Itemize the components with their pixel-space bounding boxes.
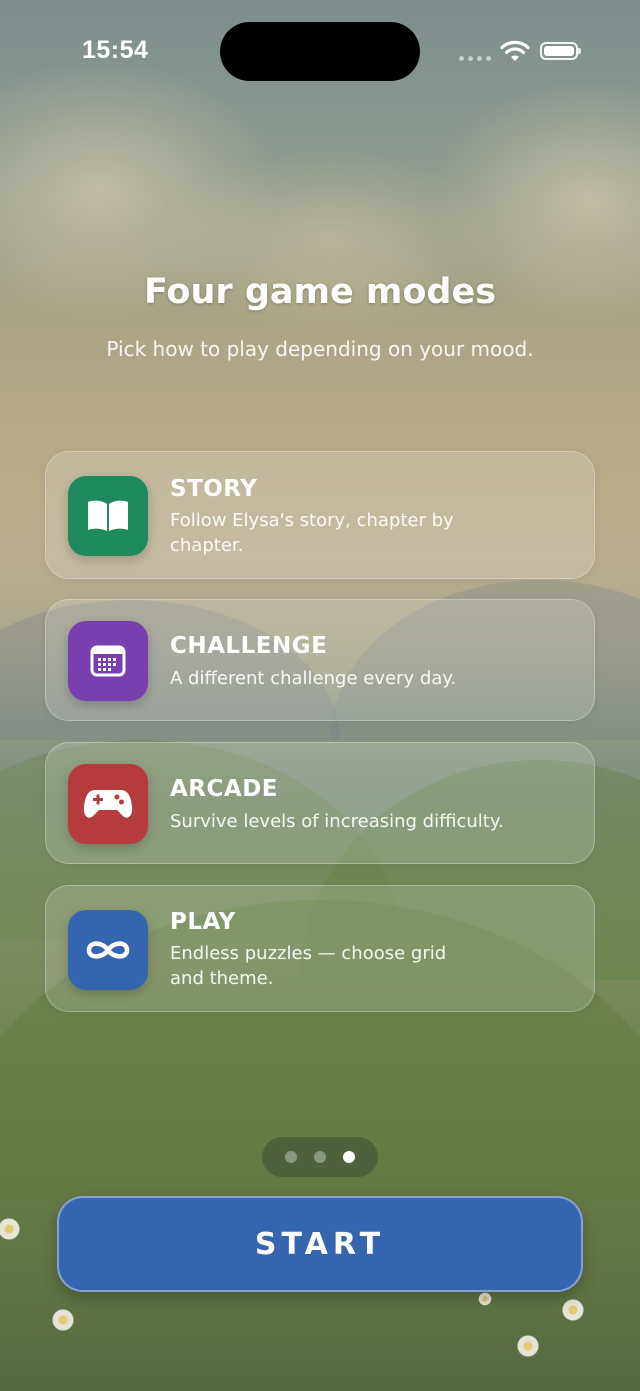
mode-label: PLAY	[170, 909, 236, 935]
mode-card-play[interactable]: PLAY Endless puzzles — choose grid and t…	[45, 885, 595, 1012]
arcade-icon-tile	[68, 764, 148, 844]
status-time: 15:54	[82, 36, 149, 64]
dynamic-island	[220, 22, 420, 81]
mode-label: CHALLENGE	[170, 633, 328, 659]
mode-label: ARCADE	[170, 776, 278, 802]
mode-description: A different challenge every day.	[170, 668, 457, 689]
calendar-icon	[90, 645, 126, 677]
infinity-icon	[86, 941, 130, 959]
mode-card-challenge[interactable]: CHALLENGE A different challenge every da…	[45, 599, 595, 721]
battery-icon	[540, 42, 581, 60]
page-title: Four game modes	[143, 272, 497, 312]
page-indicator[interactable]	[262, 1137, 378, 1177]
wifi-icon	[500, 40, 530, 61]
page-subtitle: Pick how to play depending on your mood.	[106, 337, 534, 361]
page-dot[interactable]	[314, 1151, 326, 1163]
mode-card-arcade[interactable]: ARCADE Survive levels of increasing diff…	[45, 742, 595, 864]
page-dot-active[interactable]	[343, 1151, 355, 1163]
mode-description: Endless puzzles — choose grid and theme.	[170, 943, 447, 989]
mode-description: Follow Elysa's story, chapter by chapter…	[170, 510, 454, 556]
open-book-icon	[88, 500, 128, 531]
mode-card-story[interactable]: STORY Follow Elysa's story, chapter by c…	[45, 451, 595, 579]
mode-label: STORY	[170, 476, 258, 502]
status-bar: 15:54	[0, 0, 640, 100]
cellular-signal-icon	[459, 56, 491, 61]
start-button[interactable]: START	[57, 1196, 583, 1292]
gamepad-icon	[83, 790, 133, 818]
story-icon-tile	[68, 476, 148, 556]
play-icon-tile	[68, 910, 148, 990]
challenge-icon-tile	[68, 621, 148, 701]
mode-description: Survive levels of increasing difficulty.	[170, 811, 504, 832]
page-dot[interactable]	[285, 1151, 297, 1163]
